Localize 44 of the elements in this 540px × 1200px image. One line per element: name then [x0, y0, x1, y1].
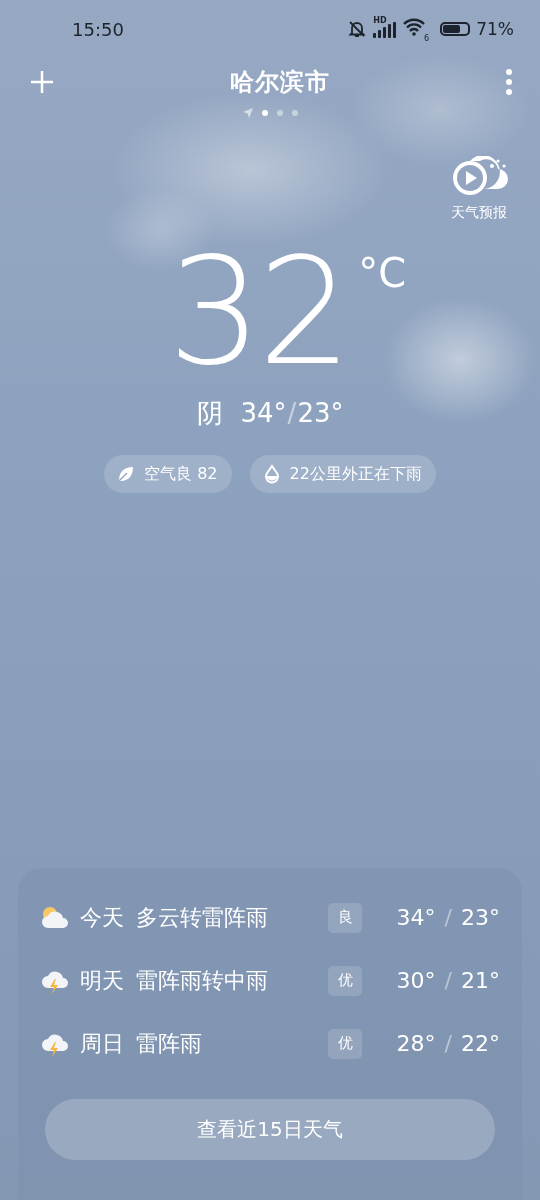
clock-time: 15:50 [72, 18, 125, 40]
forecast-high: 30° [396, 968, 436, 994]
hd-label: HD [373, 16, 387, 25]
forecast-low: 21° [461, 968, 500, 994]
low-temperature: 23° [297, 398, 344, 428]
wifi-icon [402, 18, 427, 36]
location-page-icon[interactable] [242, 108, 253, 118]
temperature-unit: °C [358, 250, 407, 296]
wifi-label: 6 [424, 34, 430, 43]
temperature-separator: / [444, 905, 452, 931]
rain-alert-chip[interactable]: 22公里外正在下雨 [249, 455, 436, 493]
temperature-separator: / [444, 968, 452, 994]
bell-muted-icon [347, 19, 368, 39]
forecast-high: 34° [396, 905, 436, 931]
forecast-day: 明天 [80, 965, 136, 996]
add-city-button[interactable] [28, 68, 56, 96]
air-quality-chip[interactable]: 空气良 82 [104, 455, 232, 493]
forecast-low: 23° [461, 905, 500, 931]
weather-forecast-video-button[interactable]: 天气预报 [448, 156, 510, 222]
fifteen-day-forecast-button[interactable]: 查看近15日天气 [45, 1099, 495, 1160]
forecast-day: 今天 [80, 902, 136, 933]
forecast-day: 周日 [80, 1028, 136, 1059]
forecast-condition: 雷阵雨 [136, 1029, 203, 1058]
temperature-separator: / [287, 398, 297, 428]
weather-condition: 阴 [196, 397, 223, 430]
battery-percent: 71% [476, 19, 514, 39]
air-quality-badge: 优 [328, 1028, 362, 1059]
air-quality-badge: 良 [328, 902, 362, 933]
temperature-separator: / [444, 1031, 452, 1057]
forecast-low: 22° [461, 1031, 500, 1057]
chip-label: 22公里外正在下雨 [289, 463, 422, 485]
page-dot[interactable] [291, 110, 298, 116]
air-quality-badge: 优 [328, 965, 362, 996]
more-menu-button[interactable] [504, 67, 514, 97]
high-temperature: 34° [240, 398, 287, 428]
current-temperature: 32 [167, 242, 349, 382]
battery-icon [440, 22, 471, 36]
forecast-condition: 多云转雷阵雨 [136, 903, 269, 932]
forecast-high: 28° [396, 1031, 436, 1057]
forecast-condition: 雷阵雨转中雨 [136, 966, 269, 995]
page-dot[interactable] [261, 110, 268, 116]
page-dot[interactable] [276, 110, 283, 116]
city-name: 哈尔滨市 [230, 67, 330, 98]
chip-label: 空气良 82 [144, 463, 218, 485]
